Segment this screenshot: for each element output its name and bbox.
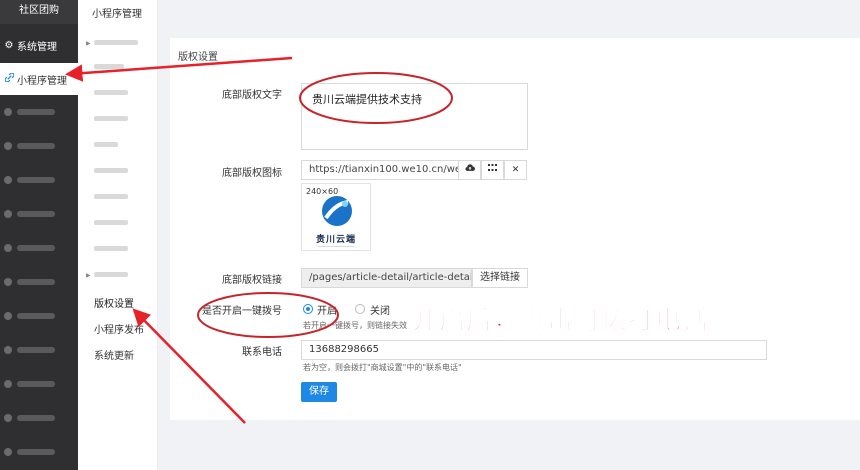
- obscured-label: [17, 449, 55, 455]
- sidebar-item-obscured[interactable]: [0, 198, 78, 230]
- sidebar-item-obscured[interactable]: [0, 232, 78, 264]
- clear-icon-button[interactable]: ✕: [504, 160, 527, 180]
- dial-on-radio[interactable]: [303, 304, 313, 314]
- copyright-icon-url-input[interactable]: https://tianxin100.we10.cn/web/up: [301, 160, 459, 180]
- sidebar-item-obscured[interactable]: [0, 402, 78, 434]
- menu-icon: [4, 346, 12, 354]
- gear-icon: ⚙: [4, 39, 14, 51]
- submenu-title: 小程序管理: [92, 9, 142, 20]
- sidebar-item-obscured[interactable]: [0, 96, 78, 128]
- sidebar-item-obscured[interactable]: [0, 266, 78, 298]
- obscured-label: [17, 143, 55, 149]
- logo-subline: —————————: [318, 244, 354, 249]
- sidebar-item-label: 小程序管理: [17, 75, 67, 87]
- submenu-item-obscured[interactable]: [94, 220, 128, 225]
- sidebar-item-obscured[interactable]: [0, 368, 78, 400]
- dial-on-label[interactable]: 开启: [317, 302, 337, 317]
- sidebar-item-miniprogram[interactable]: 小程序管理: [0, 63, 78, 95]
- menu-icon: [4, 244, 12, 252]
- dial-hint: 若开启一键拨号，则链接失效: [303, 321, 407, 330]
- phone-label: 联系电话: [242, 347, 282, 358]
- submenu-item-obscured[interactable]: [94, 194, 128, 199]
- menu-icon: [4, 142, 12, 150]
- menu-icon: [4, 448, 12, 456]
- sidebar-item-obscured[interactable]: [0, 300, 78, 332]
- submenu-item-copyright[interactable]: 版权设置: [94, 295, 134, 310]
- sidebar-item-obscured[interactable]: [0, 334, 78, 366]
- page-title: 版权设置: [178, 52, 218, 63]
- submenu-item-obscured[interactable]: [94, 64, 124, 69]
- obscured-label: [17, 415, 55, 421]
- select-from-library-button[interactable]: [481, 160, 504, 180]
- obscured-label: [17, 177, 55, 183]
- link-icon: [4, 72, 14, 85]
- close-icon: ✕: [511, 165, 520, 175]
- obscured-label: [17, 313, 55, 319]
- menu-icon: [4, 176, 12, 184]
- select-link-button[interactable]: 选择链接: [472, 268, 528, 288]
- obscured-label: [17, 279, 55, 285]
- submenu-item-obscured[interactable]: [94, 90, 128, 95]
- submenu-item-obscured[interactable]: [94, 142, 118, 147]
- caret-right-icon: ▶: [86, 272, 91, 279]
- menu-icon: [4, 108, 12, 116]
- one-click-dial-label: 是否开启一键拨号: [202, 306, 282, 317]
- submenu-item-obscured[interactable]: [94, 40, 138, 45]
- copyright-link-label: 底部版权链接: [222, 275, 282, 286]
- submenu-item-obscured[interactable]: [94, 272, 128, 277]
- submenu-item-obscured[interactable]: [94, 116, 128, 121]
- sidebar-item-label: 系统管理: [17, 41, 57, 53]
- copyright-settings-panel: 版权设置 底部版权文字 贵川云端提供技术支持 底部版权图标 https://ti…: [170, 38, 860, 420]
- submenu-item-publish[interactable]: 小程序发布: [94, 321, 144, 336]
- submenu-item-update[interactable]: 系统更新: [94, 347, 134, 362]
- logo-mark-icon: [322, 196, 352, 226]
- dial-off-radio[interactable]: [355, 304, 365, 314]
- phone-input[interactable]: 13688298665: [301, 340, 767, 360]
- submenu-item-obscured[interactable]: [94, 246, 128, 251]
- brand-title: 社区团购: [0, 0, 78, 24]
- copyright-link-input[interactable]: /pages/article-detail/article-detail?id=…: [301, 268, 472, 288]
- obscured-label: [17, 245, 55, 251]
- save-button[interactable]: 保存: [301, 382, 337, 402]
- obscured-label: [17, 109, 55, 115]
- sidebar-item-obscured[interactable]: [0, 164, 78, 196]
- submenu-panel: 小程序管理 ▶ ▶ 版权设置 小程序发布 系统更新: [78, 0, 158, 470]
- menu-icon: [4, 414, 12, 422]
- menu-icon: [4, 312, 12, 320]
- copyright-icon-label: 底部版权图标: [222, 168, 282, 179]
- menu-icon: [4, 278, 12, 286]
- copyright-text-textarea[interactable]: 贵川云端提供技术支持: [301, 83, 528, 150]
- copyright-text-label: 底部版权文字: [222, 90, 282, 101]
- annotation-text: 开启后，点击可拨打电话: [411, 306, 710, 337]
- menu-icon: [4, 210, 12, 218]
- sidebar-item-obscured[interactable]: [0, 130, 78, 162]
- obscured-label: [17, 347, 55, 353]
- sidebar-item-obscured[interactable]: [0, 436, 78, 468]
- copyright-icon-preview: 240×60 贵川云端 —————————: [301, 183, 371, 251]
- menu-icon: [4, 380, 12, 388]
- sidebar-item-system[interactable]: ⚙ 系统管理: [0, 29, 78, 61]
- obscured-label: [17, 211, 55, 217]
- phone-hint: 若为空，则会拨打"商城设置"中的"联系电话": [303, 363, 462, 372]
- upload-button[interactable]: [458, 160, 481, 180]
- dial-off-label[interactable]: 关闭: [370, 302, 390, 317]
- submenu-item-obscured[interactable]: [94, 168, 128, 173]
- grid-icon: [488, 164, 497, 175]
- main-sidebar: 社区团购 ⚙ 系统管理 小程序管理: [0, 0, 78, 470]
- caret-right-icon: ▶: [86, 40, 91, 47]
- obscured-label: [17, 381, 55, 387]
- upload-icon: [464, 164, 475, 175]
